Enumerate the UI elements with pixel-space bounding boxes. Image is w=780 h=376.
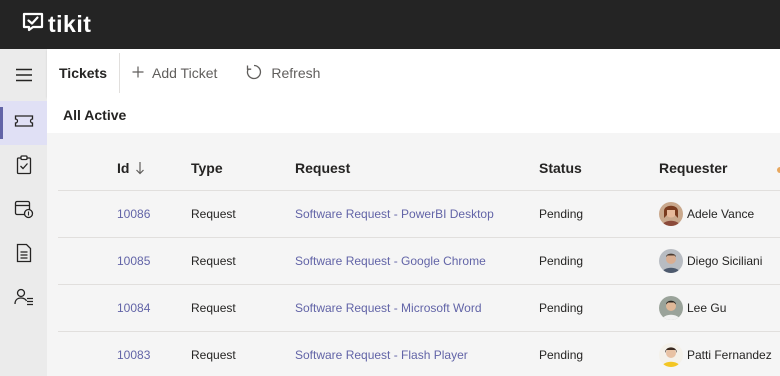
ticket-type: Request bbox=[191, 348, 236, 362]
column-header-request[interactable]: Request bbox=[295, 145, 350, 190]
column-header-type[interactable]: Type bbox=[191, 145, 223, 190]
sidebar-menu-button[interactable] bbox=[0, 55, 47, 99]
top-bar: tikit bbox=[0, 0, 780, 49]
ticket-type: Request bbox=[191, 301, 236, 315]
avatar bbox=[659, 343, 683, 367]
view-header: All Active bbox=[47, 97, 780, 133]
ticket-request-link[interactable]: Software Request - Flash Player bbox=[295, 332, 468, 376]
document-icon bbox=[16, 243, 32, 268]
table-row[interactable]: 10084 Request Software Request - Microso… bbox=[58, 285, 780, 332]
column-header-id[interactable]: Id bbox=[117, 145, 145, 190]
table-row[interactable]: 10086 Request Software Request - PowerBI… bbox=[58, 191, 780, 238]
plus-icon bbox=[132, 65, 144, 81]
sidebar-item-knowledge[interactable] bbox=[0, 233, 47, 277]
command-bar: Tickets Add Ticket Refresh bbox=[47, 49, 780, 97]
hamburger-icon bbox=[15, 68, 33, 87]
column-header-status[interactable]: Status bbox=[539, 145, 582, 190]
ticket-type: Request bbox=[191, 254, 236, 268]
ticket-request-link[interactable]: Software Request - Microsoft Word bbox=[295, 285, 482, 331]
calendar-money-icon bbox=[14, 199, 34, 224]
table-header-row: Id Type Request Status Requester bbox=[58, 145, 780, 191]
ticket-status: Pending bbox=[539, 301, 584, 315]
clipboard-icon bbox=[16, 154, 32, 180]
avatar bbox=[659, 202, 683, 226]
table-row[interactable]: 10085 Request Software Request - Google … bbox=[58, 238, 780, 285]
ticket-status: Pending bbox=[539, 254, 584, 268]
sort-down-icon bbox=[135, 161, 145, 175]
ticket-id-link[interactable]: 10083 bbox=[117, 332, 150, 376]
requester-name: Patti Fernandez bbox=[687, 348, 772, 362]
ticket-status: Pending bbox=[539, 348, 584, 362]
avatar bbox=[659, 296, 683, 320]
avatar bbox=[659, 249, 683, 273]
ticket-id-link[interactable]: 10085 bbox=[117, 238, 150, 284]
ticket-check-icon bbox=[22, 12, 44, 37]
table-row[interactable]: 10083 Request Software Request - Flash P… bbox=[58, 332, 780, 376]
ticket-status: Pending bbox=[539, 207, 584, 221]
app-logo: tikit bbox=[22, 11, 91, 38]
sidebar-item-tasks[interactable] bbox=[0, 145, 47, 189]
ticket-type: Request bbox=[191, 207, 236, 221]
people-list-icon bbox=[13, 287, 34, 312]
requester-name: Diego Siciliani bbox=[687, 254, 763, 268]
ticket-icon bbox=[14, 114, 34, 133]
view-title[interactable]: All Active bbox=[63, 107, 126, 123]
sidebar-item-billing[interactable] bbox=[0, 189, 47, 233]
page-title: Tickets bbox=[47, 53, 120, 93]
ticket-requester: Diego Siciliani bbox=[659, 238, 762, 284]
ticket-id-link[interactable]: 10086 bbox=[117, 191, 150, 237]
ticket-id-link[interactable]: 10084 bbox=[117, 285, 150, 331]
refresh-icon bbox=[245, 63, 263, 84]
refresh-label: Refresh bbox=[271, 65, 321, 81]
app-window: tikit Tickets Add Ticket Refresh All Act… bbox=[0, 0, 780, 376]
requester-name: Lee Gu bbox=[687, 301, 727, 315]
ticket-requester: Patti Fernandez bbox=[659, 332, 772, 376]
ticket-requester: Adele Vance bbox=[659, 191, 754, 237]
add-ticket-button[interactable]: Add Ticket bbox=[120, 49, 229, 97]
ticket-request-link[interactable]: Software Request - Google Chrome bbox=[295, 238, 486, 284]
sidebar bbox=[0, 49, 47, 376]
requester-name: Adele Vance bbox=[687, 207, 755, 221]
ticket-request-link[interactable]: Software Request - PowerBI Desktop bbox=[295, 191, 494, 237]
refresh-button[interactable]: Refresh bbox=[233, 49, 332, 97]
sidebar-item-tickets[interactable] bbox=[0, 101, 47, 145]
logo-text: tikit bbox=[48, 11, 92, 37]
add-ticket-label: Add Ticket bbox=[152, 65, 218, 81]
tickets-table: Id Type Request Status Requester 10086 R… bbox=[58, 145, 780, 376]
ticket-requester: Lee Gu bbox=[659, 285, 726, 331]
column-header-requester[interactable]: Requester bbox=[659, 145, 727, 190]
sidebar-item-people[interactable] bbox=[0, 277, 47, 321]
